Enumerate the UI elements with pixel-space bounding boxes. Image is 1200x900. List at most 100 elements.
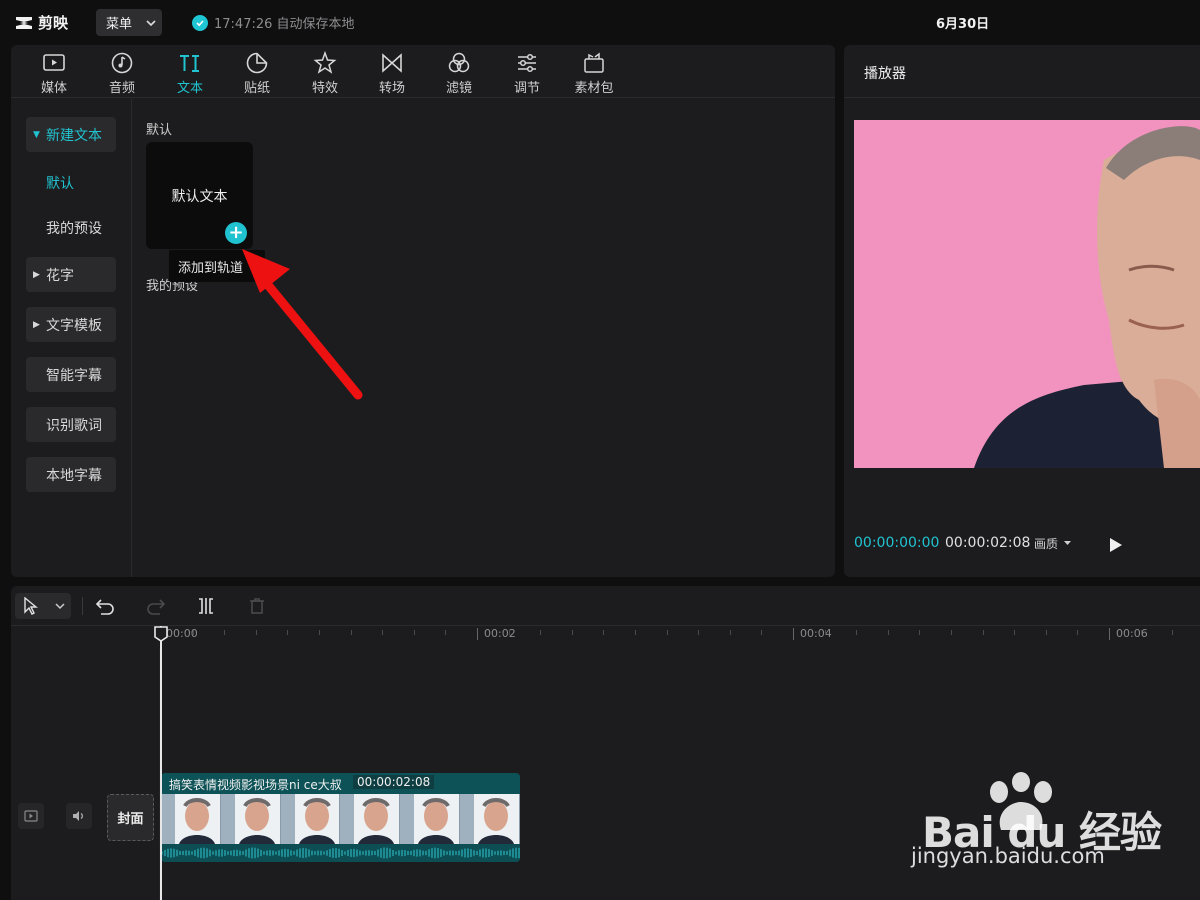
chevron-down-icon bbox=[55, 603, 65, 610]
cursor-arrow-icon bbox=[24, 597, 38, 615]
speaker-icon[interactable] bbox=[66, 803, 92, 829]
sidebar-item-my-presets[interactable]: 我的预设 bbox=[46, 218, 102, 238]
cover-button[interactable]: 封面 bbox=[107, 794, 154, 841]
ruler-label: 00:02 bbox=[484, 627, 516, 640]
category-toolbar: 媒体 音频 文本 贴纸 特效 转场 滤镜 调节 素材包 bbox=[11, 45, 835, 98]
ruler-tick bbox=[730, 630, 731, 635]
sidebar-item-new-text[interactable]: ▼ 新建文本 bbox=[26, 117, 116, 152]
ruler-tick bbox=[382, 630, 383, 635]
ruler-label: 00:06 bbox=[1116, 627, 1148, 640]
track-header-column bbox=[11, 648, 160, 900]
ruler-tick bbox=[1172, 630, 1173, 635]
ruler-tick bbox=[951, 630, 952, 635]
clip-name: 搞笑表情视频影视场景ni ce大叔 bbox=[169, 778, 342, 792]
quality-dropdown[interactable]: 画质 bbox=[1034, 535, 1072, 552]
ruler-tick bbox=[698, 630, 699, 635]
caret-down-icon: ▼ bbox=[33, 129, 40, 140]
sidebar-item-lyrics[interactable]: 识别歌词 bbox=[26, 407, 116, 442]
tab-text-label: 文本 bbox=[176, 81, 203, 96]
timeline-ruler[interactable]: 00:00 00:02 00:04 00:06 bbox=[11, 626, 1200, 648]
ruler-tick bbox=[667, 630, 668, 635]
media-icon bbox=[43, 54, 65, 71]
tab-audio-label: 音频 bbox=[108, 81, 135, 96]
sidebar-item-local-subtitles[interactable]: 本地字幕 bbox=[26, 457, 116, 492]
ruler-tick bbox=[445, 630, 446, 635]
tab-filter[interactable]: 滤镜 bbox=[429, 49, 489, 97]
ruler-major-tick bbox=[793, 628, 794, 640]
audio-waveform bbox=[161, 844, 520, 862]
ruler-tick bbox=[351, 630, 352, 635]
ruler-tick bbox=[1077, 630, 1078, 635]
redo-icon[interactable] bbox=[146, 596, 166, 616]
select-tool-dropdown[interactable] bbox=[15, 593, 71, 619]
clip-thumbnails bbox=[161, 794, 520, 844]
player-panel: 播放器 00:00:00:00 00:00:02:08 画质 bbox=[844, 45, 1200, 577]
playhead[interactable] bbox=[160, 626, 162, 900]
ruler-tick bbox=[856, 630, 857, 635]
tab-filter-label: 滤镜 bbox=[445, 81, 472, 96]
ruler-tick bbox=[572, 630, 573, 635]
clip-thumbnail bbox=[161, 794, 221, 844]
ruler-tick bbox=[888, 630, 889, 635]
project-title: 6月30日 bbox=[936, 17, 990, 32]
ruler-tick bbox=[319, 630, 320, 635]
clip-duration: 00:00:02:08 bbox=[353, 775, 435, 789]
clip-thumbnail bbox=[460, 794, 520, 844]
tab-audio[interactable]: 音频 bbox=[92, 49, 152, 97]
ruler-tick bbox=[603, 630, 604, 635]
clip-thumbnail bbox=[340, 794, 401, 844]
ruler-tick bbox=[287, 630, 288, 635]
quality-label: 画质 bbox=[1034, 537, 1059, 551]
tab-sticker[interactable]: 贴纸 bbox=[227, 49, 287, 97]
audio-icon bbox=[111, 52, 133, 74]
video-preview[interactable] bbox=[854, 120, 1200, 468]
video-clip[interactable]: 搞笑表情视频影视场景ni ce大叔 00:00:02:08 bbox=[161, 773, 520, 862]
tab-text[interactable]: 文本 bbox=[160, 49, 220, 97]
menu-label: 菜单 bbox=[106, 17, 133, 32]
sidebar-item-label: 新建文本 bbox=[46, 127, 102, 144]
sticker-icon bbox=[246, 52, 268, 74]
split-icon[interactable] bbox=[196, 596, 216, 616]
tab-transition[interactable]: 转场 bbox=[362, 49, 422, 97]
ruler-tick bbox=[540, 630, 541, 635]
delete-icon[interactable] bbox=[247, 596, 267, 616]
sidebar-item-smart-subtitles[interactable]: 智能字幕 bbox=[26, 357, 116, 392]
play-icon[interactable] bbox=[1109, 537, 1123, 553]
menu-button[interactable]: 菜单 bbox=[96, 9, 162, 36]
app-logo: 剪映 bbox=[14, 12, 68, 33]
toolbar-divider bbox=[82, 597, 83, 615]
check-circle-icon bbox=[192, 14, 208, 31]
tab-effects[interactable]: 特效 bbox=[295, 49, 355, 97]
playhead-handle[interactable] bbox=[154, 626, 168, 642]
tab-sticker-label: 贴纸 bbox=[243, 81, 270, 96]
sidebar-item-label: 花字 bbox=[46, 267, 74, 284]
ruler-tick bbox=[224, 630, 225, 635]
tab-media[interactable]: 媒体 bbox=[24, 49, 84, 97]
chevron-down-icon bbox=[146, 19, 156, 26]
ruler-tick bbox=[414, 630, 415, 635]
video-track-icon[interactable] bbox=[18, 803, 44, 829]
ruler-tick bbox=[193, 630, 194, 635]
tab-material-pack-label: 素材包 bbox=[574, 81, 614, 96]
tab-material-pack[interactable]: 素材包 bbox=[564, 49, 624, 97]
undo-icon[interactable] bbox=[95, 596, 115, 616]
transition-icon bbox=[382, 53, 402, 73]
app-name: 剪映 bbox=[38, 14, 69, 32]
sidebar-item-label: 文字模板 bbox=[46, 317, 102, 334]
top-bar: 剪映 菜单 17:47:26 自动保存本地 6月30日 bbox=[0, 0, 1200, 44]
ruler-label: 00:04 bbox=[800, 627, 832, 640]
sidebar-item-fancy-text[interactable]: ▶ 花字 bbox=[26, 257, 116, 292]
sidebar-item-text-templates[interactable]: ▶ 文字模板 bbox=[26, 307, 116, 342]
ruler-tick bbox=[635, 630, 636, 635]
total-timecode: 00:00:02:08 bbox=[945, 535, 1031, 551]
sidebar-item-default[interactable]: 默认 bbox=[46, 173, 74, 193]
watermark-url: jingyan.baidu.com bbox=[911, 844, 1105, 868]
video-frame-person bbox=[974, 126, 1200, 468]
tab-adjust[interactable]: 调节 bbox=[497, 49, 557, 97]
ruler-tick bbox=[919, 630, 920, 635]
material-pack-icon bbox=[584, 52, 604, 73]
ruler-tick bbox=[1046, 630, 1047, 635]
autosave-status: 17:47:26 自动保存本地 bbox=[192, 13, 355, 32]
tab-effects-label: 特效 bbox=[311, 81, 338, 96]
ruler-tick bbox=[825, 630, 826, 635]
